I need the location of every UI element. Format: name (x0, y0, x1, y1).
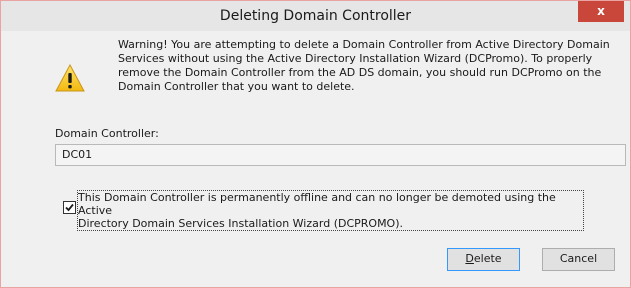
offline-checkbox-label[interactable]: This Domain Controller is permanently of… (77, 190, 584, 231)
close-icon: x (597, 4, 605, 18)
message-line: Services without using the Active Direct… (118, 52, 593, 65)
cancel-button[interactable]: Cancel (542, 248, 615, 271)
close-button[interactable]: x (578, 1, 624, 22)
checkbox-label-line: Directory Domain Services Installation W… (78, 217, 404, 230)
warning-message: Warning! You are attempting to delete a … (118, 38, 618, 94)
domain-controller-field[interactable]: DC01 (55, 144, 626, 166)
delete-label: elete (473, 252, 502, 265)
dialog-title: Deleting Domain Controller (219, 8, 412, 24)
dialog-window: Deleting Domain Controller x Warning! Yo… (0, 0, 631, 288)
message-line: Warning! You are attempting to delete a … (118, 38, 610, 51)
dialog-body: Warning! You are attempting to delete a … (9, 32, 626, 279)
message-line: remove the Domain Controller from the AD… (118, 66, 602, 79)
delete-mnemonic: D (465, 252, 474, 265)
offline-checkbox[interactable] (63, 201, 76, 214)
title-bar[interactable]: Deleting Domain Controller x (1, 1, 630, 31)
domain-controller-label: Domain Controller: (55, 127, 159, 140)
checkmark-icon (65, 203, 74, 212)
warning-icon (55, 64, 85, 92)
checkbox-label-line: This Domain Controller is permanently of… (78, 191, 556, 217)
message-line: Domain Controller that you want to delet… (118, 80, 355, 93)
delete-button[interactable]: Delete (447, 248, 520, 271)
